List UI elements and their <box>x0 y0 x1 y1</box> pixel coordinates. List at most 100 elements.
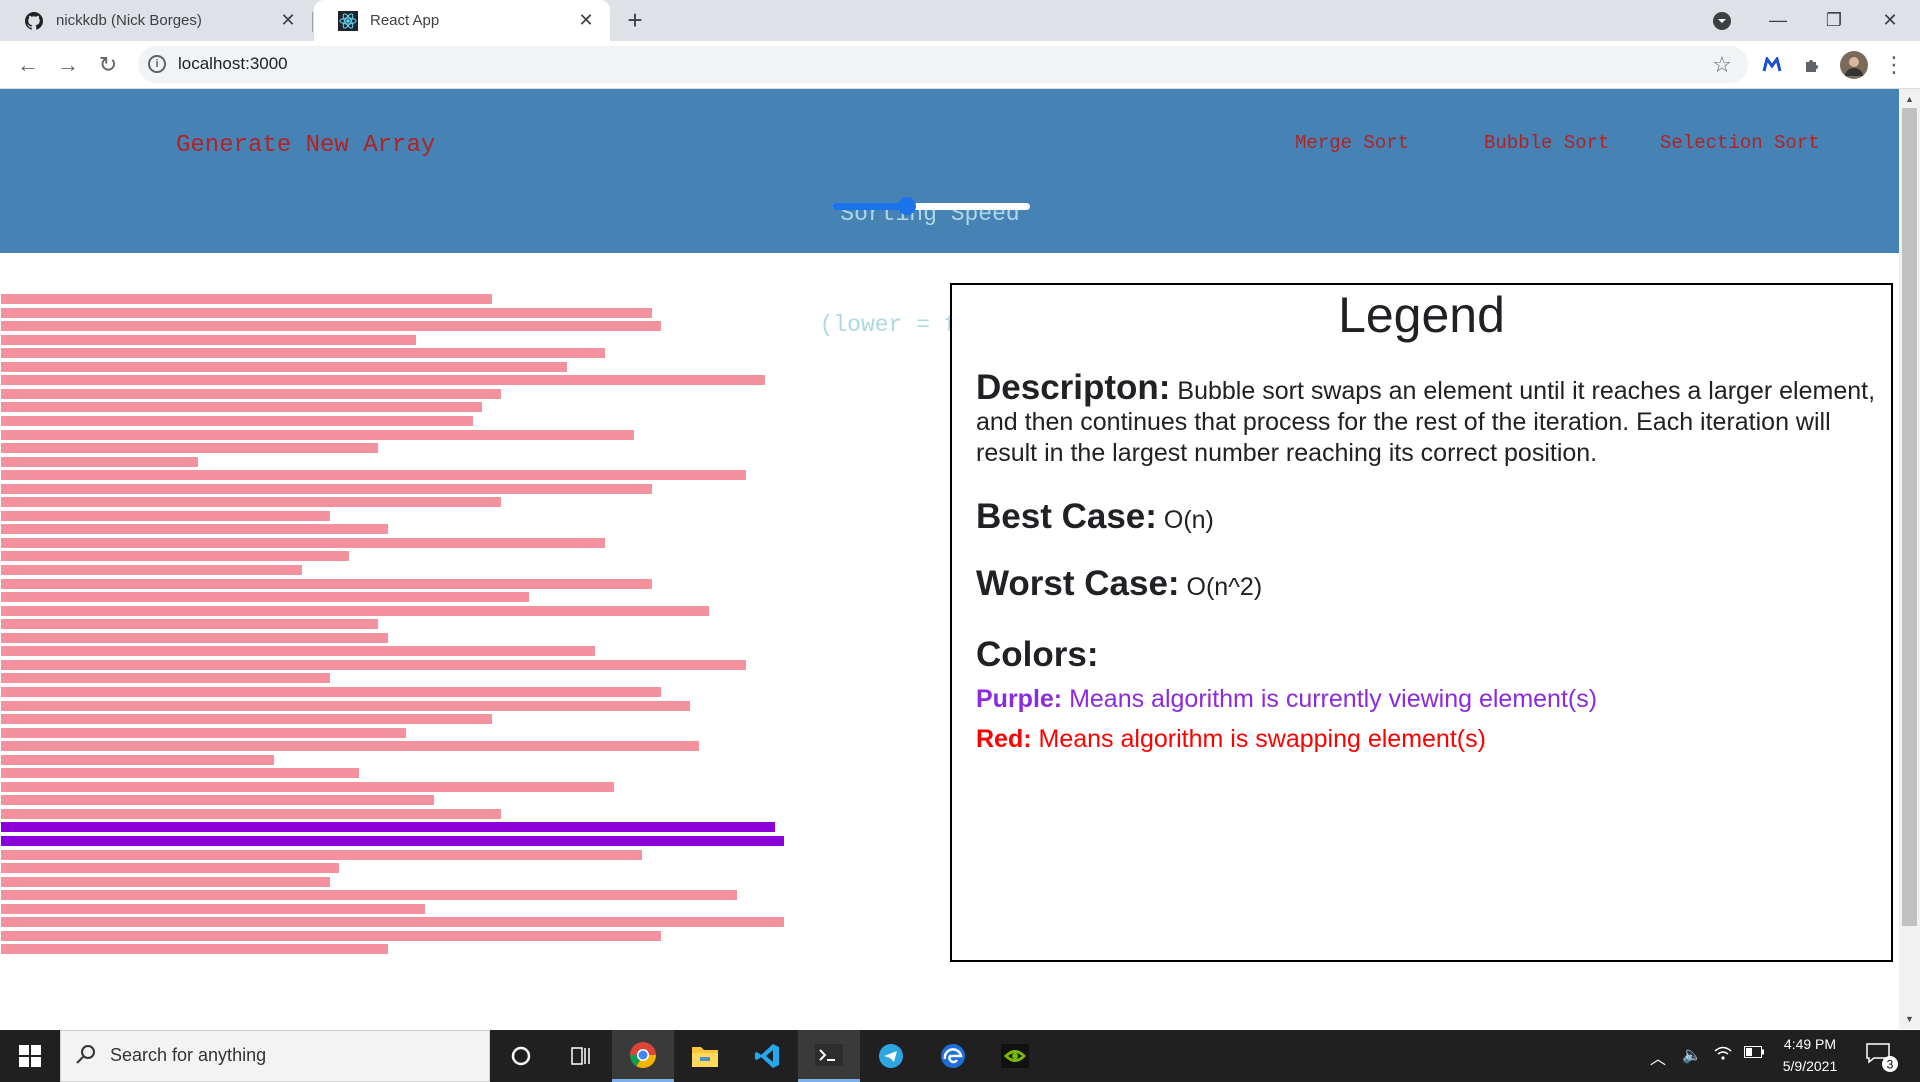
notification-center-icon[interactable]: 3 <box>1864 1040 1900 1074</box>
best-case-block: Best Case: O(n) <box>976 499 1214 536</box>
bookmark-star-icon[interactable]: ☆ <box>1706 49 1738 81</box>
colors-label: Colors: <box>976 635 1099 674</box>
tab-github[interactable]: nickkdb (Nick Borges) ✕ <box>0 0 312 41</box>
merge-sort-button[interactable]: Merge Sort <box>1295 132 1409 154</box>
nvidia-icon[interactable] <box>984 1030 1046 1082</box>
array-bar <box>1 511 330 521</box>
browser-menu-icon[interactable]: ⋮ <box>1878 49 1910 81</box>
worst-case-label: Worst Case: <box>976 564 1180 603</box>
best-case-label: Best Case: <box>976 497 1157 536</box>
description-label: Descripton: <box>976 368 1171 407</box>
battery-icon[interactable] <box>1744 1045 1764 1063</box>
array-bar <box>1 890 737 900</box>
react-icon <box>338 10 358 31</box>
extension-malwarebytes-icon[interactable] <box>1756 49 1788 81</box>
legend-title: Legend <box>1338 287 1505 343</box>
generate-array-button[interactable]: Generate New Array <box>176 132 435 159</box>
array-bar <box>1 755 274 765</box>
svg-text:3: 3 <box>1887 1058 1894 1072</box>
close-tab-icon[interactable]: ✕ <box>576 10 596 30</box>
show-hidden-icons-icon[interactable]: ︿ <box>1650 1045 1666 1069</box>
array-bar <box>1 944 388 954</box>
array-bar <box>1 931 661 941</box>
best-case-value: O(n) <box>1163 506 1214 534</box>
scroll-down-arrow-icon[interactable]: ▼ <box>1902 1012 1917 1026</box>
github-icon <box>24 11 44 31</box>
array-bar <box>1 633 388 643</box>
close-tab-icon[interactable]: ✕ <box>278 10 298 30</box>
array-bar <box>1 565 302 575</box>
bubble-sort-button[interactable]: Bubble Sort <box>1484 132 1609 154</box>
array-bar <box>1 335 416 345</box>
array-bar <box>1 836 784 846</box>
close-window-button[interactable]: ✕ <box>1862 0 1918 41</box>
array-bar <box>1 308 652 318</box>
array-bar <box>1 619 378 629</box>
tab-search-icon[interactable] <box>1694 0 1750 41</box>
array-bar <box>1 741 699 751</box>
array-bar <box>1 877 330 887</box>
array-bar <box>1 538 605 548</box>
description-block: Descripton: Bubble sort swaps an element… <box>976 370 1888 469</box>
taskbar-search-placeholder[interactable]: Search for anything <box>110 1045 266 1066</box>
array-bar <box>1 673 330 683</box>
cortana-icon[interactable] <box>490 1030 552 1082</box>
array-bar <box>1 524 388 534</box>
array-bar <box>1 795 434 805</box>
array-bar <box>1 321 661 331</box>
array-bar <box>1 646 595 656</box>
extensions-puzzle-icon[interactable] <box>1796 49 1828 81</box>
array-bar <box>1 416 473 426</box>
vscode-icon[interactable] <box>736 1030 798 1082</box>
array-bar <box>1 863 339 873</box>
selection-sort-button[interactable]: Selection Sort <box>1660 132 1820 154</box>
tab-title: nickkdb (Nick Borges) <box>56 12 202 29</box>
purple-label: Purple: <box>976 685 1063 713</box>
chrome-icon[interactable] <box>612 1030 674 1082</box>
array-bar <box>1 714 492 724</box>
scrollbar-thumb[interactable] <box>1902 108 1917 926</box>
wifi-icon[interactable] <box>1714 1045 1732 1066</box>
array-bar <box>1 579 652 589</box>
restore-button[interactable]: ❐ <box>1806 0 1862 41</box>
scroll-up-arrow-icon[interactable]: ▲ <box>1902 92 1917 106</box>
windows-start-icon[interactable] <box>0 1030 60 1082</box>
array-bar <box>1 822 775 832</box>
address-bar[interactable] <box>138 46 1748 83</box>
volume-icon[interactable]: 🔈 <box>1682 1045 1702 1065</box>
new-tab-button[interactable]: + <box>620 6 650 36</box>
red-legend-entry: Red: Means algorithm is swapping element… <box>976 725 1486 754</box>
tab-react-app[interactable]: React App ✕ <box>314 0 610 41</box>
edge-icon[interactable] <box>922 1030 984 1082</box>
tab-divider <box>312 12 313 32</box>
array-bar <box>1 375 765 385</box>
speed-title: Sorting Speed <box>840 201 1020 227</box>
array-bar <box>1 551 349 561</box>
clock-date[interactable]: 5/9/2021 <box>1770 1058 1850 1074</box>
array-bar <box>1 809 501 819</box>
info-icon[interactable]: i <box>148 55 166 73</box>
profile-avatar[interactable] <box>1838 49 1870 81</box>
array-bar <box>1 701 690 711</box>
array-bar <box>1 348 605 358</box>
search-icon <box>76 1044 96 1069</box>
array-bar <box>1 782 614 792</box>
array-bar <box>1 850 642 860</box>
speed-slider-fill <box>832 203 908 210</box>
file-explorer-icon[interactable] <box>674 1030 736 1082</box>
array-bar <box>1 728 406 738</box>
back-button[interactable]: ← <box>12 49 44 81</box>
reload-button[interactable]: ↻ <box>92 49 124 81</box>
worst-case-block: Worst Case: O(n^2) <box>976 566 1263 603</box>
clock-time[interactable]: 4:49 PM <box>1770 1036 1850 1052</box>
telegram-icon[interactable] <box>860 1030 922 1082</box>
array-bar <box>1 904 425 914</box>
forward-button[interactable]: → <box>52 49 84 81</box>
task-view-icon[interactable] <box>550 1030 612 1082</box>
array-bar <box>1 768 359 778</box>
worst-case-value: O(n^2) <box>1186 573 1263 601</box>
array-bar <box>1 687 661 697</box>
minimize-button[interactable]: ― <box>1750 0 1806 41</box>
url-text[interactable]: localhost:3000 <box>178 53 288 75</box>
terminal-icon[interactable] <box>798 1030 860 1082</box>
